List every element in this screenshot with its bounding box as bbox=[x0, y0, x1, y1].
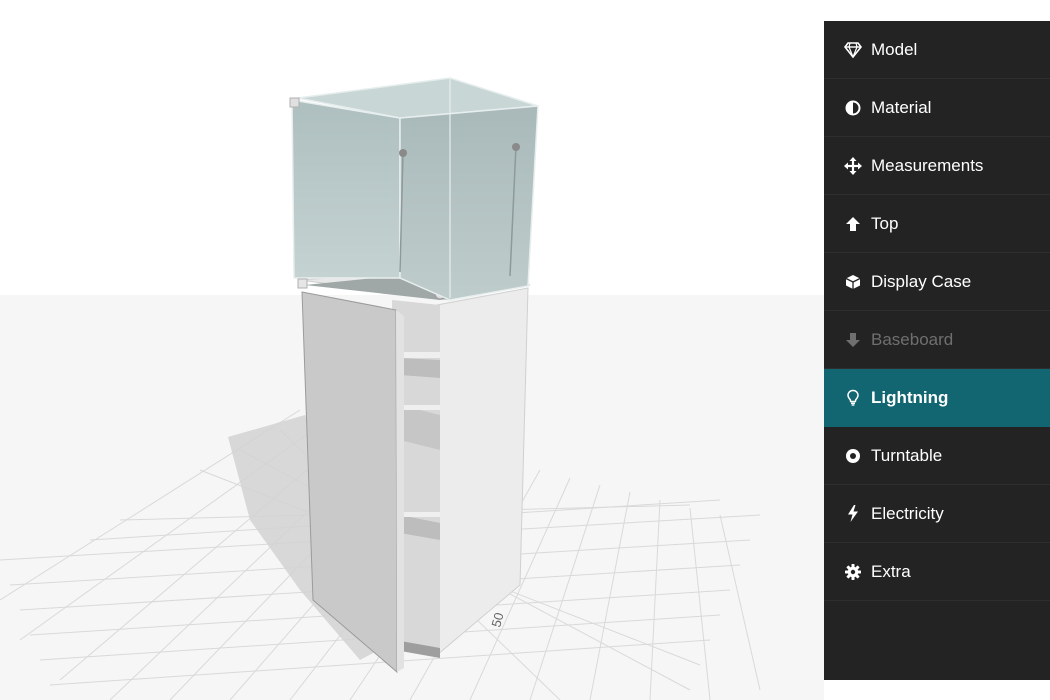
3d-scene: 50 bbox=[0, 77, 824, 700]
menu-item-label: Material bbox=[871, 97, 932, 117]
shelf-edge-2 bbox=[400, 405, 440, 410]
menu-item-electricity[interactable]: Electricity bbox=[824, 485, 1050, 543]
menu-item-measurements[interactable]: Measurements bbox=[824, 137, 1050, 195]
menu-item-label: Turntable bbox=[871, 445, 943, 465]
menu-item-label: Top bbox=[871, 213, 899, 233]
menu-item-label: Extra bbox=[871, 561, 911, 581]
lightbulb-icon bbox=[844, 389, 862, 407]
menu-item-label: Electricity bbox=[871, 503, 944, 523]
shelf-1 bbox=[400, 358, 440, 378]
glass-right-face bbox=[399, 105, 539, 301]
shelf-edge-1 bbox=[400, 352, 440, 358]
circle-dot-icon bbox=[844, 447, 862, 465]
arrow-up-icon bbox=[844, 215, 862, 233]
glass-corner-clip bbox=[289, 97, 300, 108]
arrow-down-icon bbox=[844, 331, 862, 349]
menu-item-top[interactable]: Top bbox=[824, 195, 1050, 253]
gear-icon bbox=[844, 563, 862, 581]
menu-item-label: Baseboard bbox=[871, 329, 954, 349]
menu-item-lightning[interactable]: Lightning bbox=[824, 369, 1050, 427]
light-spot-right bbox=[512, 143, 520, 151]
menu-item-turntable[interactable]: Turntable bbox=[824, 427, 1050, 485]
3d-viewport[interactable]: 50 bbox=[0, 0, 824, 700]
light-spot-left bbox=[399, 149, 407, 157]
menu-item-label: Lightning bbox=[871, 387, 949, 407]
door-corner-clip bbox=[297, 278, 308, 289]
menu-item-label: Measurements bbox=[871, 155, 984, 175]
half-circle-icon bbox=[844, 99, 862, 117]
shelf-edge-3 bbox=[400, 512, 440, 517]
move-arrows-icon bbox=[844, 156, 862, 175]
menu-item-extra[interactable]: Extra bbox=[824, 543, 1050, 601]
menu-item-material[interactable]: Material bbox=[824, 79, 1050, 137]
sidebar-menu: Model Material Measurements Top Display … bbox=[824, 21, 1050, 680]
menu-item-display-case[interactable]: Display Case bbox=[824, 253, 1050, 311]
cube-icon bbox=[844, 273, 862, 291]
cabinet-door-edge bbox=[396, 310, 404, 672]
menu-item-label: Model bbox=[871, 39, 918, 59]
menu-item-label: Display Case bbox=[871, 271, 972, 291]
menu-item-baseboard: Baseboard bbox=[824, 311, 1050, 369]
diamond-icon bbox=[844, 41, 862, 59]
menu-item-model[interactable]: Model bbox=[824, 21, 1050, 79]
glass-left-face bbox=[291, 99, 401, 279]
bolt-icon bbox=[844, 505, 862, 523]
